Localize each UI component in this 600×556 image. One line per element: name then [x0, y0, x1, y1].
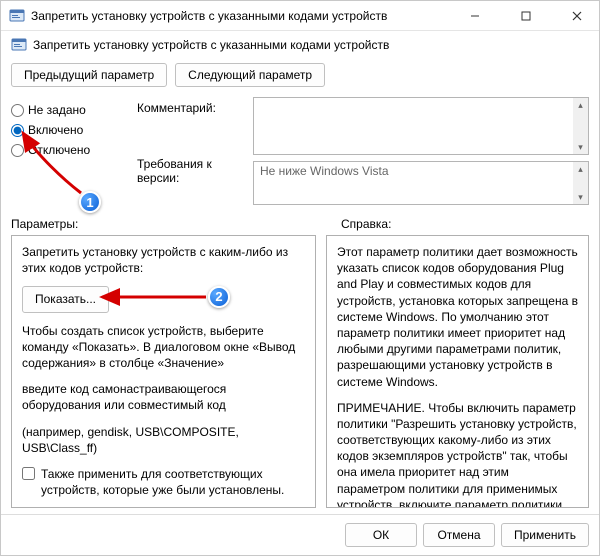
scrollbar[interactable]: ▴▾ [573, 98, 588, 154]
radio-enabled-label: Включено [28, 123, 83, 137]
close-button[interactable] [554, 1, 599, 31]
previous-setting-button[interactable]: Предыдущий параметр [11, 63, 167, 87]
state-radios: Не задано Включено Отключено [11, 97, 131, 157]
requirements-box: Не ниже Windows Vista ▴▾ [253, 161, 589, 205]
options-hint-3: (например, gendisk, USB\COMPOSITE, USB\C… [22, 424, 305, 456]
subtitle-row: Запретить установку устройств с указанны… [1, 31, 599, 59]
panels: Запретить установку устройств с каким-ли… [1, 233, 599, 514]
subtitle-text: Запретить установку устройств с указанны… [33, 38, 389, 52]
also-apply-row[interactable]: Также применить для соответствующих устр… [22, 466, 305, 498]
next-setting-button[interactable]: Следующий параметр [175, 63, 325, 87]
radio-not-configured-input[interactable] [11, 104, 24, 117]
comment-label: Комментарий: [137, 101, 247, 115]
policy-icon [9, 8, 25, 24]
policy-icon [11, 37, 27, 53]
options-panel: Запретить установку устройств с каким-ли… [11, 235, 316, 508]
radio-enabled[interactable]: Включено [11, 123, 131, 137]
section-labels: Параметры: Справка: [1, 211, 599, 233]
footer: ОК Отмена Применить [1, 514, 599, 555]
help-panel: Этот параметр политики дает возможность … [326, 235, 589, 508]
cancel-button[interactable]: Отмена [423, 523, 495, 547]
annotation-badge-2: 2 [208, 286, 230, 308]
options-hint-1: Чтобы создать список устройств, выберите… [22, 323, 305, 372]
options-hint-2: введите код самонастраивающегося оборудо… [22, 381, 305, 413]
scrollbar[interactable]: ▴▾ [573, 162, 588, 204]
apply-button[interactable]: Применить [501, 523, 589, 547]
radio-not-configured[interactable]: Не задано [11, 103, 131, 117]
radio-not-configured-label: Не задано [28, 103, 86, 117]
titlebar: Запретить установку устройств с указанны… [1, 1, 599, 31]
field-values: ▴▾ Не ниже Windows Vista ▴▾ [253, 97, 589, 205]
options-heading: Запретить установку устройств с каким-ли… [22, 244, 305, 276]
annotation-badge-1: 1 [79, 191, 101, 213]
comment-textarea[interactable]: ▴▾ [253, 97, 589, 155]
show-button[interactable]: Показать... [22, 286, 109, 312]
radio-disabled[interactable]: Отключено [11, 143, 131, 157]
annotation-arrow-2 [96, 284, 216, 310]
requirements-value: Не ниже Windows Vista [260, 164, 389, 178]
window: Запретить установку устройств с указанны… [0, 0, 600, 556]
also-apply-checkbox[interactable] [22, 467, 35, 480]
requirements-label: Требования к версии: [137, 157, 247, 185]
radio-disabled-label: Отключено [28, 143, 90, 157]
field-labels: Комментарий: Требования к версии: [137, 97, 247, 185]
minimize-button[interactable] [452, 1, 497, 31]
state-grid: Не задано Включено Отключено Комментарий… [1, 95, 599, 211]
maximize-button[interactable] [503, 1, 548, 31]
ok-button[interactable]: ОК [345, 523, 417, 547]
help-label: Справка: [341, 217, 589, 231]
help-p2: ПРИМЕЧАНИЕ. Чтобы включить параметр поли… [337, 400, 578, 508]
radio-enabled-input[interactable] [11, 124, 24, 137]
parameters-label: Параметры: [11, 217, 331, 231]
radio-disabled-input[interactable] [11, 144, 24, 157]
nav-row: Предыдущий параметр Следующий параметр [1, 59, 599, 95]
window-title: Запретить установку устройств с указанны… [31, 9, 446, 23]
also-apply-label: Также применить для соответствующих устр… [41, 466, 305, 498]
help-p1: Этот параметр политики дает возможность … [337, 244, 578, 390]
